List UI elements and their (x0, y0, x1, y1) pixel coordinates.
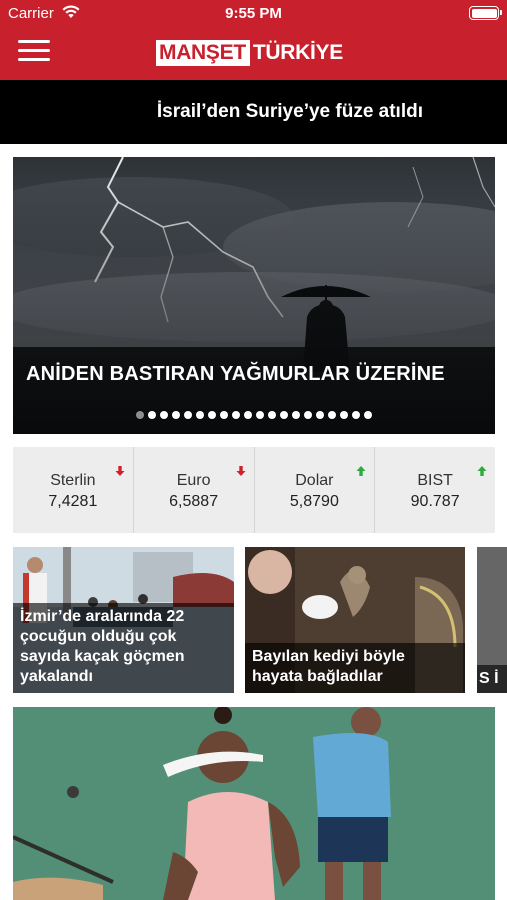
hero-title[interactable]: ANİDEN BASTIRAN YAĞMURLAR ÜZERİNE (26, 363, 445, 386)
currency-euro[interactable]: Euro 6,5887 (134, 447, 255, 533)
storm-image (13, 157, 495, 434)
slider-dot[interactable] (148, 411, 156, 419)
slider-dot[interactable] (136, 411, 144, 419)
slider-dot[interactable] (340, 411, 348, 419)
currency-value: 90.787 (410, 493, 460, 510)
ticker-headline[interactable]: İsrail’den Suriye’ye füze atıldı (157, 101, 423, 123)
slider-dot[interactable] (256, 411, 264, 419)
hamburger-menu-icon[interactable] (18, 40, 50, 64)
logo-part-turkiye: TÜRKİYE (252, 41, 343, 64)
slider-dot[interactable] (184, 411, 192, 419)
slider-dot[interactable] (244, 411, 252, 419)
slider-dot[interactable] (292, 411, 300, 419)
status-bar: Carrier 9:55 PM (0, 0, 507, 26)
slider-dot[interactable] (328, 411, 336, 419)
slider-pagination[interactable] (13, 411, 495, 419)
arrow-up-icon (356, 466, 366, 476)
arrow-down-icon (115, 466, 125, 476)
clock: 9:55 PM (225, 5, 282, 22)
news-card[interactable]: Bayılan kediyi böyle hayata bağladılar (245, 547, 465, 693)
news-card-title[interactable]: S İ (477, 665, 507, 693)
currency-bist[interactable]: BIST 90.787 (375, 447, 495, 533)
news-card[interactable]: S İ (477, 547, 507, 693)
news-card-title[interactable]: Bayılan kediyi böyle hayata bağladılar (245, 643, 465, 693)
slider-dot[interactable] (172, 411, 180, 419)
slider-dot[interactable] (232, 411, 240, 419)
app-header: Carrier 9:55 PM MANŞET TÜRKİYE (0, 0, 507, 80)
brand-logo[interactable]: MANŞET TÜRKİYE (156, 39, 343, 67)
slider-dot[interactable] (304, 411, 312, 419)
slider-dot[interactable] (280, 411, 288, 419)
slider-dot[interactable] (316, 411, 324, 419)
currency-dolar[interactable]: Dolar 5,8790 (255, 447, 376, 533)
battery-icon (469, 6, 502, 20)
slider-dot[interactable] (352, 411, 360, 419)
featured-news-image[interactable] (13, 707, 495, 900)
slider-dot[interactable] (196, 411, 204, 419)
news-card-title[interactable]: İzmir’de aralarında 22 çocuğun olduğu ço… (13, 603, 234, 693)
arrow-down-icon (236, 466, 245, 476)
news-card[interactable]: İzmir’de aralarında 22 çocuğun olduğu ço… (13, 547, 234, 693)
currency-value: 5,8790 (289, 493, 339, 510)
slider-dot[interactable] (220, 411, 228, 419)
currency-panel: Sterlin 7,4281 Euro 6,5887 Dolar 5,8790 … (13, 447, 495, 533)
currency-value: 6,5887 (169, 493, 219, 510)
currency-value: 7,4281 (48, 493, 98, 510)
slider-dot[interactable] (208, 411, 216, 419)
tennis-image (13, 707, 495, 900)
currency-sterlin[interactable]: Sterlin 7,4281 (13, 447, 134, 533)
slider-dot[interactable] (268, 411, 276, 419)
slider-dot[interactable] (364, 411, 372, 419)
slider-dot[interactable] (160, 411, 168, 419)
hero-slider[interactable]: ANİDEN BASTIRAN YAĞMURLAR ÜZERİNE (13, 157, 495, 434)
breaking-news-ticker[interactable]: İsrail’den Suriye’ye füze atıldı (0, 80, 507, 144)
arrow-up-icon (477, 466, 487, 476)
logo-part-manset: MANŞET (156, 40, 250, 66)
